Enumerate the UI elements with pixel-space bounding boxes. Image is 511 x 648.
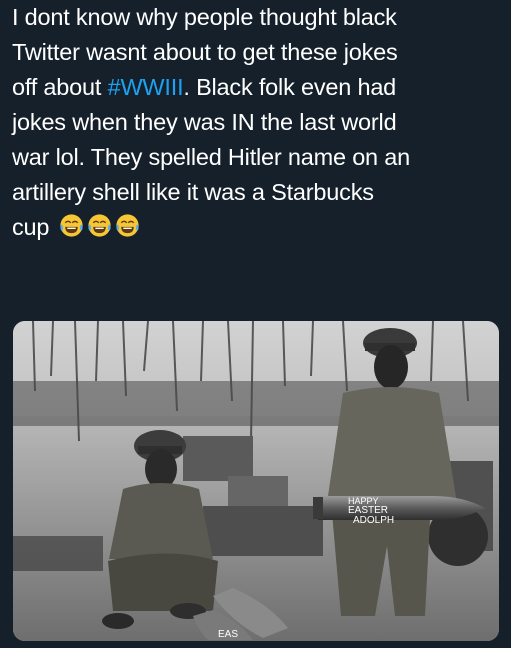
tweet-text-line: artillery shell like it was a Starbucks [12, 179, 374, 205]
tweet-text-segment: cup [12, 214, 50, 240]
tweet-card: I dont know why people thought black Twi… [0, 0, 511, 648]
soldiers-photo: HAPPY EASTER ADOLPH EAS [13, 321, 499, 641]
face-with-tears-of-joy-icon [116, 214, 139, 237]
tweet-text-segment: off about [12, 74, 108, 100]
hashtag-link[interactable]: #WWIII [108, 74, 184, 100]
tweet-text-line: off about #WWIII. Black folk even had [12, 70, 504, 105]
tweet-text-segment: . Black folk even had [183, 74, 397, 100]
shell-text: ADOLPH [353, 515, 394, 526]
face-with-tears-of-joy-icon [88, 214, 111, 237]
tweet-text-line: Twitter wasnt about to get these jokes [12, 39, 398, 65]
tweet-photo[interactable]: HAPPY EASTER ADOLPH EAS [13, 321, 499, 641]
tweet-text-line: jokes when they was IN the last world [12, 109, 397, 135]
tweet-text-line: I dont know why people thought black [12, 4, 397, 30]
tweet-text-line: war lol. They spelled Hitler name on an [12, 144, 410, 170]
face-with-tears-of-joy-icon [60, 214, 83, 237]
tweet-text-line: cup [12, 210, 504, 245]
shell-text: EAS [218, 629, 238, 640]
tweet-text: I dont know why people thought black Twi… [12, 0, 504, 245]
